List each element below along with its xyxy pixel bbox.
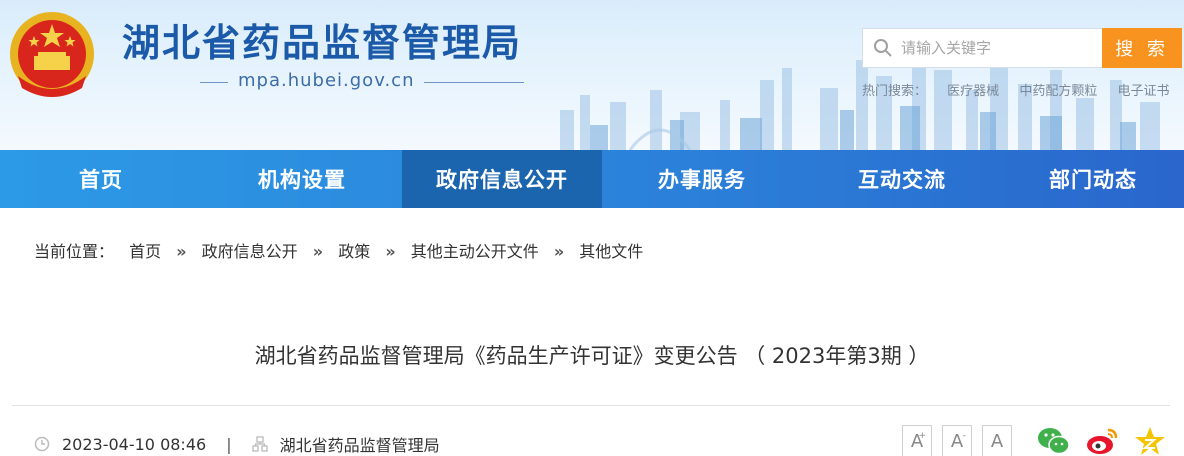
breadcrumb-separator: »	[385, 242, 396, 261]
font-reset-button[interactable]: A	[982, 425, 1012, 456]
site-domain: mpa.hubei.gov.cn	[238, 70, 415, 91]
organization-icon	[251, 436, 268, 452]
breadcrumb: 当前位置： 首页 » 政府信息公开 » 政策 » 其他主动公开文件 » 其他文件	[34, 238, 643, 262]
hot-search: 热门搜索： 医疗器械 中药配方颗粒 电子证书	[862, 80, 1175, 99]
breadcrumb-link[interactable]: 政府信息公开	[202, 242, 298, 261]
nav-item-gov-info[interactable]: 政府信息公开	[402, 150, 602, 208]
breadcrumb-separator: »	[176, 242, 187, 261]
clock-icon	[34, 436, 50, 452]
domain-rule-right	[424, 82, 524, 83]
page: 湖北省药品监督管理局 mpa.hubei.gov.cn 搜 索 热门搜索： 医疗…	[0, 0, 1184, 456]
site-header: 湖北省药品监督管理局 mpa.hubei.gov.cn 搜 索 热门搜索： 医疗…	[0, 0, 1184, 150]
article-source: 湖北省药品监督管理局	[279, 436, 440, 455]
hot-search-item[interactable]: 中药配方颗粒	[1019, 84, 1097, 99]
font-decrease-button[interactable]: A-	[942, 425, 972, 456]
wechat-icon[interactable]	[1036, 424, 1072, 456]
font-reset-label: A	[990, 430, 1004, 452]
breadcrumb-separator: »	[553, 242, 565, 261]
hot-search-label: 热门搜索：	[862, 84, 928, 99]
title-divider	[12, 405, 1170, 406]
nav-item-news[interactable]: 部门动态	[1002, 150, 1184, 208]
publish-date: 2023-04-10 08:46	[62, 434, 207, 454]
breadcrumb-separator: »	[312, 242, 324, 261]
breadcrumb-link[interactable]: 其他文件	[579, 242, 643, 261]
national-emblem-logo	[10, 12, 94, 97]
search-input[interactable]	[901, 29, 1096, 67]
hot-search-item[interactable]: 医疗器械	[947, 84, 999, 99]
search-box	[862, 28, 1102, 68]
nav-item-home[interactable]: 首页	[0, 150, 202, 208]
article-title: 湖北省药品监督管理局《药品生产许可证》变更公告 （ 2023年第3期 ）	[254, 344, 930, 368]
meta-separator: |	[226, 434, 232, 454]
font-size-controls: A + A- A	[902, 425, 1022, 456]
qzone-icon[interactable]	[1132, 424, 1168, 456]
domain-rule-left	[200, 82, 228, 83]
nav-item-services[interactable]: 办事服务	[602, 150, 802, 208]
nav-item-interaction[interactable]: 互动交流	[802, 150, 1002, 208]
breadcrumb-link[interactable]: 首页	[129, 242, 161, 261]
weibo-icon[interactable]	[1084, 424, 1120, 456]
breadcrumb-link[interactable]: 其他主动公开文件	[411, 242, 539, 261]
breadcrumb-link[interactable]: 政策	[338, 242, 370, 261]
search-icon	[874, 39, 892, 57]
main-nav: 首页 机构设置 政府信息公开 办事服务 互动交流 部门动态	[0, 150, 1184, 208]
article-meta: 2023-04-10 08:46 | 湖北省药品监督管理局	[34, 432, 440, 456]
breadcrumb-label: 当前位置：	[34, 242, 115, 261]
font-increase-button[interactable]: A +	[902, 425, 932, 456]
font-decrease-label: A	[950, 430, 964, 452]
site-title: 湖北省药品监督管理局	[122, 21, 523, 65]
nav-item-organization[interactable]: 机构设置	[202, 150, 402, 208]
hot-search-item[interactable]: 电子证书	[1117, 84, 1169, 99]
search-button[interactable]: 搜 索	[1102, 28, 1182, 68]
